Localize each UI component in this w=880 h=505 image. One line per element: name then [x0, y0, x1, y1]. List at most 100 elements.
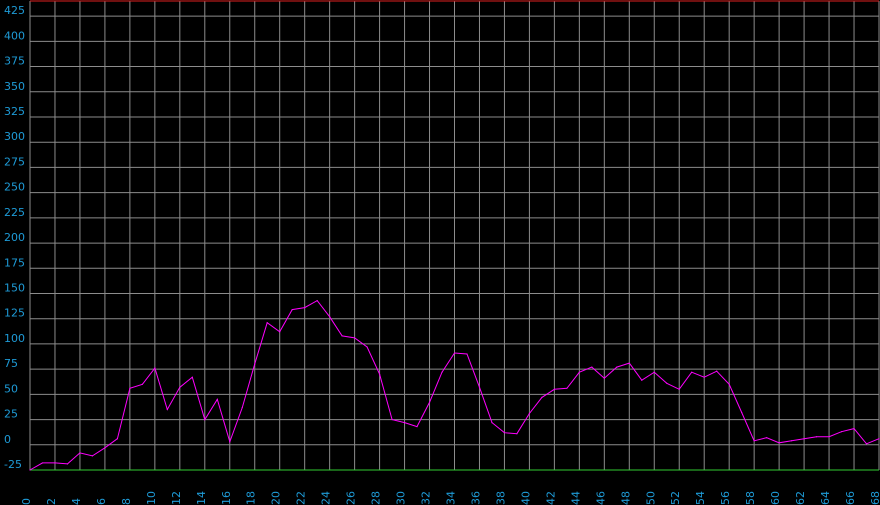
- y-tick-label: 175: [4, 256, 25, 269]
- data-point: [766, 437, 768, 439]
- plot-background: [0, 0, 880, 505]
- data-point: [703, 376, 705, 378]
- x-tick-label: 36: [469, 491, 482, 505]
- data-point: [104, 447, 106, 449]
- y-tick-label: 225: [4, 206, 25, 219]
- y-tick-label: 0: [4, 433, 11, 446]
- data-point: [628, 362, 630, 364]
- x-tick-label: 24: [320, 491, 333, 505]
- x-tick-label: 60: [769, 491, 782, 505]
- data-point: [865, 443, 868, 445]
- data-point: [716, 370, 718, 372]
- data-point: [853, 428, 855, 430]
- line-chart: -250255075100125150175200225250275300325…: [0, 0, 880, 505]
- data-point: [66, 463, 69, 465]
- data-point: [503, 432, 506, 434]
- data-point: [329, 316, 331, 318]
- data-point: [491, 421, 493, 424]
- x-tick-label: 34: [445, 491, 458, 505]
- y-tick-label: 325: [4, 105, 25, 118]
- y-tick-label: 50: [4, 382, 18, 395]
- data-point: [778, 442, 780, 444]
- y-tick-label: 250: [4, 181, 25, 194]
- data-point: [304, 307, 306, 309]
- data-point: [391, 418, 393, 421]
- data-point: [453, 352, 456, 354]
- data-point: [840, 431, 843, 433]
- y-tick-label: 375: [4, 55, 25, 68]
- data-point: [591, 366, 593, 368]
- x-tick-label: 42: [544, 491, 557, 505]
- x-tick-label: 0: [20, 498, 33, 505]
- data-point: [79, 452, 81, 454]
- y-tick-label: 300: [4, 130, 25, 143]
- data-point: [41, 462, 44, 464]
- x-tick-label: 8: [120, 498, 133, 505]
- data-point: [191, 376, 193, 378]
- x-tick-label: 44: [569, 491, 582, 505]
- x-tick-label: 12: [170, 491, 183, 505]
- x-tick-label: 54: [694, 491, 707, 505]
- x-tick-label: 58: [744, 491, 757, 505]
- x-tick-label: 46: [594, 491, 607, 505]
- data-point: [741, 411, 743, 414]
- x-tick-label: 14: [195, 491, 208, 505]
- data-point: [878, 438, 880, 440]
- data-point: [241, 406, 243, 409]
- data-point: [254, 363, 256, 365]
- data-point: [478, 386, 481, 388]
- data-point: [154, 367, 156, 369]
- data-point: [341, 335, 343, 337]
- data-point: [815, 436, 818, 438]
- data-point: [541, 396, 543, 398]
- x-tick-label: 20: [270, 491, 283, 505]
- data-point: [354, 337, 356, 339]
- data-point: [91, 455, 94, 457]
- y-tick-label: 75: [4, 357, 18, 370]
- data-point: [666, 382, 668, 384]
- data-point: [54, 462, 56, 464]
- x-tick-label: 32: [420, 491, 433, 505]
- x-tick-label: 68: [869, 491, 880, 505]
- y-tick-label: 150: [4, 281, 25, 294]
- y-tick-label: 275: [4, 155, 25, 168]
- x-tick-label: 48: [619, 491, 632, 505]
- data-point: [641, 379, 643, 381]
- data-point: [578, 371, 580, 373]
- data-point: [141, 383, 143, 385]
- x-tick-label: 66: [844, 491, 857, 505]
- data-point: [566, 387, 568, 389]
- data-point: [466, 353, 468, 355]
- data-point: [691, 371, 693, 373]
- data-point: [316, 299, 318, 302]
- y-tick-label: 425: [4, 4, 25, 17]
- data-point: [279, 331, 281, 333]
- data-point: [553, 388, 555, 390]
- data-point: [116, 438, 118, 440]
- data-point: [291, 309, 293, 311]
- data-point: [366, 346, 368, 348]
- x-tick-label: 40: [519, 491, 532, 505]
- data-point: [828, 436, 830, 438]
- data-point: [441, 371, 443, 373]
- x-tick-label: 30: [395, 491, 408, 505]
- y-tick-label: 350: [4, 80, 25, 93]
- data-point: [791, 440, 793, 442]
- x-tick-label: 6: [95, 498, 108, 505]
- x-tick-label: 4: [70, 498, 83, 505]
- x-axis-tick-labels: 0 2 4 6 8 10 12 14 16 18 20 22 24 26 28 30 32 34 36 38 40 42 4…: [20, 491, 880, 505]
- x-tick-label: 16: [220, 491, 233, 505]
- x-tick-label: 64: [819, 491, 832, 505]
- data-point: [616, 366, 618, 368]
- data-point: [166, 408, 168, 411]
- data-point: [266, 322, 268, 324]
- data-point: [204, 418, 206, 421]
- data-point: [378, 373, 381, 375]
- data-point: [803, 438, 805, 440]
- x-tick-label: 50: [644, 491, 657, 505]
- data-point: [29, 469, 31, 471]
- x-tick-label: 52: [669, 491, 682, 505]
- x-tick-label: 2: [45, 498, 58, 505]
- data-point: [416, 426, 418, 428]
- x-tick-label: 56: [719, 491, 732, 505]
